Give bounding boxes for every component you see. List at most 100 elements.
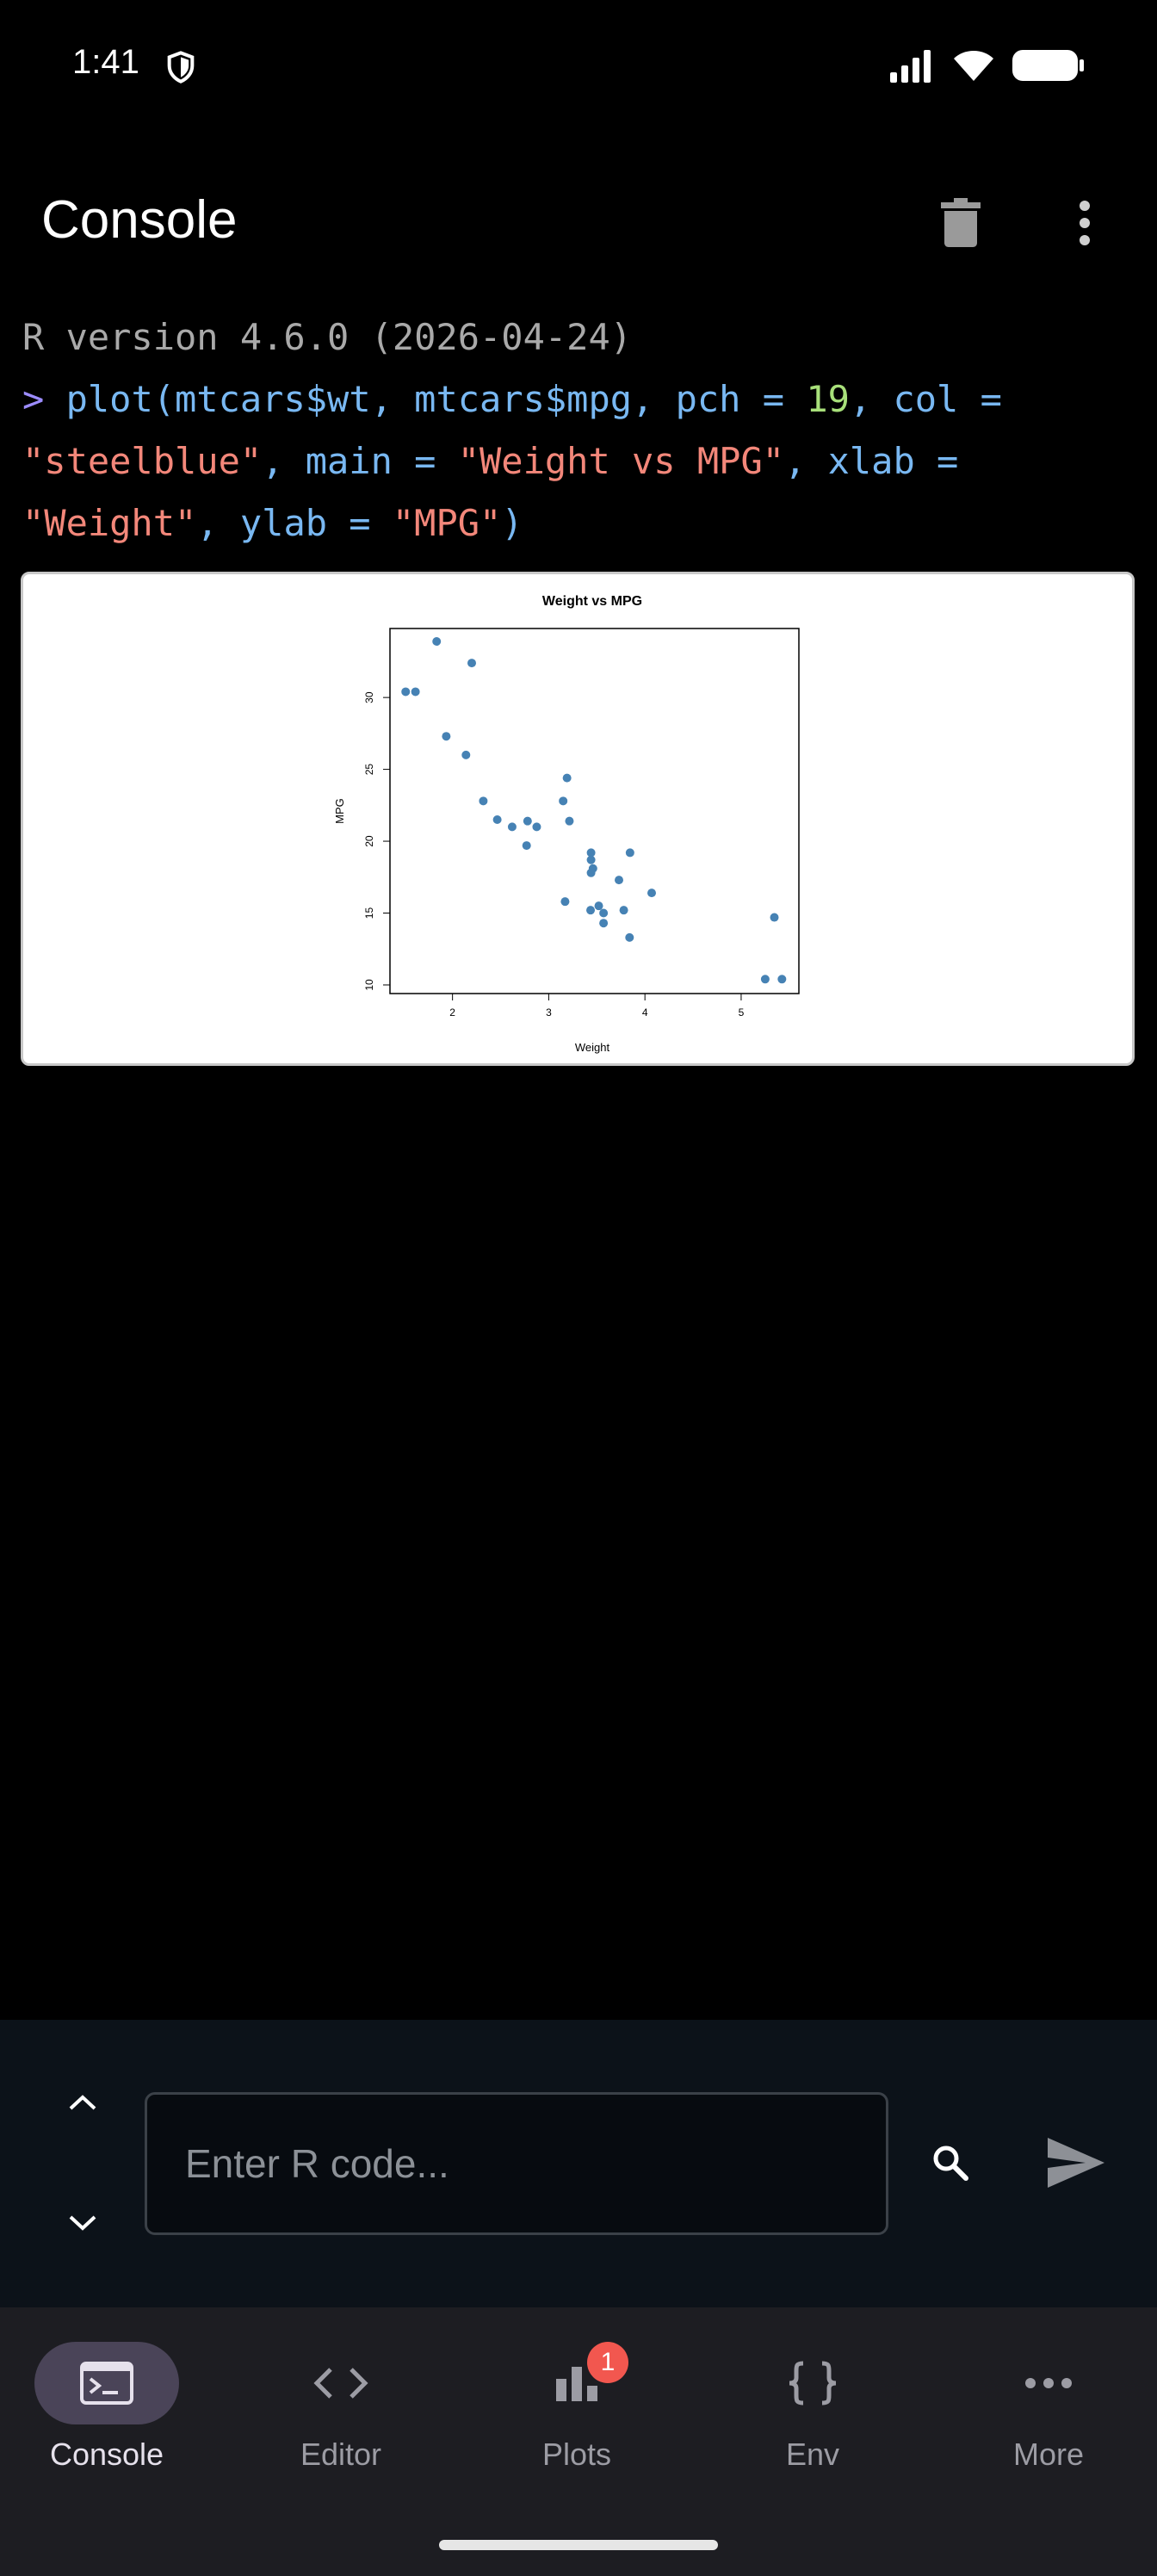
data-points [401,637,787,984]
data-point [507,822,517,832]
data-point [586,868,596,877]
code-token: plot(mtcars$wt, mtcars$mpg, pch = [65,378,807,420]
nav-label: More [1012,2437,1085,2472]
data-point [559,796,568,806]
chart-title: Weight vs MPG [542,594,642,609]
plot-output[interactable]: Weight vs MPG Weight MPG 2 3 4 5 10 15 20 25 30 [21,572,1135,1066]
data-point [619,906,628,915]
data-point [560,897,570,907]
y-axis-label: MPG [333,798,346,824]
command-line-2: "steelblue", main = "Weight vs MPG", xla… [22,430,1142,492]
battery-icon [1012,50,1084,81]
data-point [647,889,656,898]
input-area [0,2020,1157,2307]
data-point [565,816,574,826]
code-token: "Weight" [22,502,197,544]
app-bar: Console [0,164,1157,276]
y-tick-label: 15 [363,907,375,920]
y-tick-label: 10 [363,979,375,991]
code-icon [313,2368,368,2399]
status-bar: 1:41 [0,0,1157,138]
data-point [461,750,471,759]
data-point [562,773,572,783]
clear-console-button[interactable] [935,193,987,253]
data-point [777,975,787,984]
y-tick-label: 20 [363,835,375,847]
x-axis: 2 3 4 5 [449,993,745,1019]
data-point [401,687,411,697]
console-output: R version 4.6.0 (2026-04-24) > plot(mtca… [22,307,1142,554]
y-axis: 10 15 20 25 30 [363,691,391,991]
data-point [467,659,476,668]
status-time: 1:41 [72,43,139,81]
data-point [432,637,442,647]
terminal-icon [80,2362,133,2405]
y-tick-label: 25 [363,764,375,776]
send-button[interactable] [1042,2128,1111,2197]
x-tick-label: 2 [449,1006,455,1019]
data-point [594,901,603,911]
data-point [479,796,488,806]
nav-label: Console [49,2437,164,2472]
data-point [770,913,779,922]
data-point [586,848,596,858]
nav-item-editor[interactable]: Editor [229,2342,453,2514]
shield-icon [167,51,195,84]
x-tick-label: 5 [739,1006,745,1019]
nav-pill [34,2342,179,2424]
code-token: "steelblue" [22,440,263,482]
prompt-symbol: > [22,378,45,420]
nav-label: Plots [541,2437,612,2472]
r-code-input[interactable] [145,2092,888,2235]
x-axis-label: Weight [575,1041,610,1054]
data-point [532,822,541,832]
home-indicator [439,2540,718,2550]
data-point [599,919,609,928]
bottom-navigation: Console Editor 1 Plots Env More [0,2307,1157,2576]
command-line-3: "Weight", ylab = "MPG") [22,492,1142,554]
x-tick-label: 3 [546,1006,552,1019]
data-point [523,816,532,826]
data-point [760,975,770,984]
data-point [411,687,420,697]
nav-item-env[interactable]: Env [701,2342,925,2514]
data-point [492,815,502,825]
page-title: Console [41,190,238,250]
nav-label: Editor [300,2437,382,2472]
send-icon [1048,2138,1104,2188]
code-token: , ylab = [196,502,393,544]
plots-badge: 1 [587,2342,628,2383]
chevron-down-icon [69,2215,96,2231]
trash-icon [941,198,981,247]
x-tick-label: 4 [642,1006,648,1019]
history-up-button[interactable] [57,2077,108,2128]
nav-pill [269,2342,413,2424]
code-token: ) [501,502,523,544]
nav-item-console[interactable]: Console [0,2342,219,2514]
plot-frame [389,628,800,994]
nav-pill [976,2342,1121,2424]
nav-label: Env [785,2437,840,2472]
data-point [615,876,623,885]
more-horiz-icon [1025,2378,1072,2388]
version-line: R version 4.6.0 (2026-04-24) [22,316,633,358]
y-tick-label: 30 [363,691,375,703]
history-down-button[interactable] [57,2197,108,2249]
code-token: , main = [262,440,458,482]
signal-icon [890,50,931,83]
nav-pill: 1 [504,2342,649,2424]
chevron-up-icon [69,2095,96,2110]
code-token: 19 [806,378,850,420]
data-point [599,908,609,918]
search-icon [933,2146,968,2181]
nav-item-more[interactable]: More [937,2342,1157,2514]
more-vert-icon [1080,201,1090,245]
search-button[interactable] [925,2137,976,2189]
nav-item-plots[interactable]: 1 Plots [465,2342,689,2514]
data-point [522,841,531,851]
nav-pill [740,2342,885,2424]
scatter-plot: Weight vs MPG Weight MPG 2 3 4 5 10 15 20 25 30 [333,594,800,1054]
data-point [625,848,634,858]
wifi-icon [954,51,993,81]
overflow-menu-button[interactable] [1059,193,1111,253]
